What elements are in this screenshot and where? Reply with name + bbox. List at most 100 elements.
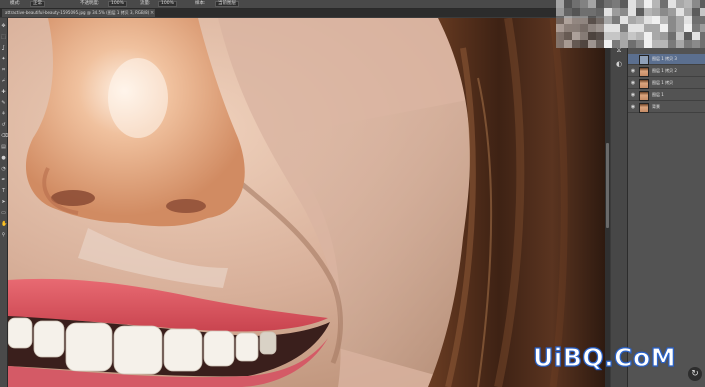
scroll-thumb[interactable]: [606, 143, 609, 228]
mosaic-tile: [644, 0, 652, 8]
image-canvas[interactable]: [8, 18, 605, 387]
sample-select[interactable]: 当前图层: [215, 1, 239, 7]
panel-dock: ⧖ ◐: [611, 18, 628, 387]
layer-name: 图层 1 拷贝 2: [652, 68, 677, 73]
mosaic-tile: [620, 0, 628, 8]
visibility-eye-icon[interactable]: ◉: [630, 92, 636, 98]
hand-icon[interactable]: ✋: [1, 222, 7, 227]
layer-row[interactable]: ◉ 图层 1 拷贝 2: [628, 66, 705, 77]
mosaic-tile: [580, 40, 588, 48]
mosaic-tile: [644, 24, 652, 32]
type-icon[interactable]: T: [1, 189, 6, 194]
tools-panel: ✥ ⬚ ʆ ✦ ⌗ ⌿ ✚ ✎ ⚘ ↺ ⌫ ▤ ● ◔ ✒ T ➤ ▭ ✋ ⚲: [0, 18, 8, 387]
mosaic-tile: [692, 0, 700, 8]
mosaic-tile: [684, 16, 692, 24]
document-tab[interactable]: attractive-beautiful-beauty-1595095.jpg …: [2, 9, 156, 17]
mosaic-tile: [660, 24, 668, 32]
lasso-icon[interactable]: ʆ: [1, 46, 6, 51]
visibility-eye-icon[interactable]: ◉: [630, 80, 636, 86]
mosaic-tile: [628, 8, 636, 16]
crop-icon[interactable]: ⌗: [1, 68, 6, 73]
opacity-label: 不透明度:: [80, 1, 100, 6]
mosaic-tile: [604, 40, 612, 48]
layer-row[interactable]: 图层 1 拷贝 3: [628, 54, 705, 65]
mosaic-tile: [700, 40, 705, 48]
vertical-scrollbar[interactable]: [605, 18, 610, 387]
layer-row[interactable]: ◉ 图层 1: [628, 90, 705, 101]
move-icon[interactable]: ✥: [1, 24, 6, 29]
mosaic-tile: [588, 32, 596, 40]
shape-icon[interactable]: ▭: [1, 211, 6, 216]
brush-icon[interactable]: ✎: [1, 101, 6, 106]
healing-icon[interactable]: ✚: [1, 90, 6, 95]
mosaic-tile: [612, 32, 620, 40]
mosaic-tile: [668, 32, 676, 40]
mosaic-tile: [604, 24, 612, 32]
dodge-icon[interactable]: ◔: [1, 167, 6, 172]
mosaic-tile: [612, 16, 620, 24]
mosaic-tile: [620, 40, 628, 48]
layer-name: 图层 1: [652, 92, 664, 97]
mosaic-tile: [556, 8, 564, 16]
document-tab-bar: attractive-beautiful-beauty-1595095.jpg …: [0, 9, 610, 17]
visibility-eye-icon[interactable]: ◉: [630, 68, 636, 74]
mosaic-tile: [596, 24, 604, 32]
pen-icon[interactable]: ✒: [1, 178, 6, 183]
layer-thumbnail: [639, 67, 649, 77]
marquee-icon[interactable]: ⬚: [1, 35, 6, 40]
mosaic-tile: [660, 0, 668, 8]
mosaic-tile: [660, 40, 668, 48]
adjust-icon[interactable]: ◐: [615, 60, 623, 68]
mosaic-tile: [580, 8, 588, 16]
mosaic-tile: [604, 16, 612, 24]
mosaic-tile: [596, 8, 604, 16]
mosaic-tile: [692, 24, 700, 32]
site-watermark: UiBQ.CoM: [532, 342, 677, 372]
mosaic-tile: [684, 24, 692, 32]
mosaic-tile: [572, 16, 580, 24]
opacity-field[interactable]: 100%: [108, 1, 127, 7]
mosaic-tile: [580, 32, 588, 40]
layer-row[interactable]: ◉ 图层 1 拷贝: [628, 78, 705, 89]
mosaic-tile: [700, 24, 705, 32]
mosaic-tile: [588, 24, 596, 32]
layer-thumbnail: [639, 91, 649, 101]
mosaic-tile: [620, 24, 628, 32]
mosaic-tile: [588, 16, 596, 24]
stamp-icon[interactable]: ⚘: [1, 112, 6, 117]
mosaic-tile: [620, 8, 628, 16]
mosaic-tile: [572, 40, 580, 48]
eyedropper-icon[interactable]: ⌿: [1, 79, 6, 84]
layer-row[interactable]: ◉ 背景: [628, 102, 705, 113]
mosaic-tile: [684, 32, 692, 40]
mosaic-tile: [676, 8, 684, 16]
mosaic-tile: [564, 24, 572, 32]
gradient-icon[interactable]: ▤: [1, 145, 6, 150]
mosaic-tile: [676, 40, 684, 48]
history-brush-icon[interactable]: ↺: [1, 123, 6, 128]
wand-icon[interactable]: ✦: [1, 57, 6, 62]
help-icon[interactable]: ↻: [688, 367, 702, 381]
visibility-eye-icon[interactable]: [630, 56, 636, 62]
mosaic-tile: [596, 40, 604, 48]
mosaic-tile: [692, 32, 700, 40]
blur-icon[interactable]: ●: [1, 156, 6, 161]
face-closeup-photo: [8, 18, 605, 387]
mosaic-tile: [684, 8, 692, 16]
mosaic-tile: [700, 16, 705, 24]
mosaic-tile: [604, 0, 612, 8]
eraser-icon[interactable]: ⌫: [1, 134, 8, 139]
sample-label: 样本:: [195, 1, 206, 6]
zoom-icon[interactable]: ⚲: [1, 233, 6, 238]
visibility-eye-icon[interactable]: ◉: [630, 104, 636, 110]
mosaic-tile: [588, 40, 596, 48]
mosaic-tile: [692, 16, 700, 24]
layer-thumbnail: [639, 79, 649, 89]
mosaic-tile: [660, 32, 668, 40]
layer-name: 背景: [652, 104, 660, 109]
mosaic-tile: [636, 0, 644, 8]
mode-select[interactable]: 正常: [30, 1, 45, 7]
flow-field[interactable]: 100%: [158, 1, 177, 7]
close-tab-icon[interactable]: ×: [150, 9, 154, 17]
path-select-icon[interactable]: ➤: [1, 200, 6, 205]
